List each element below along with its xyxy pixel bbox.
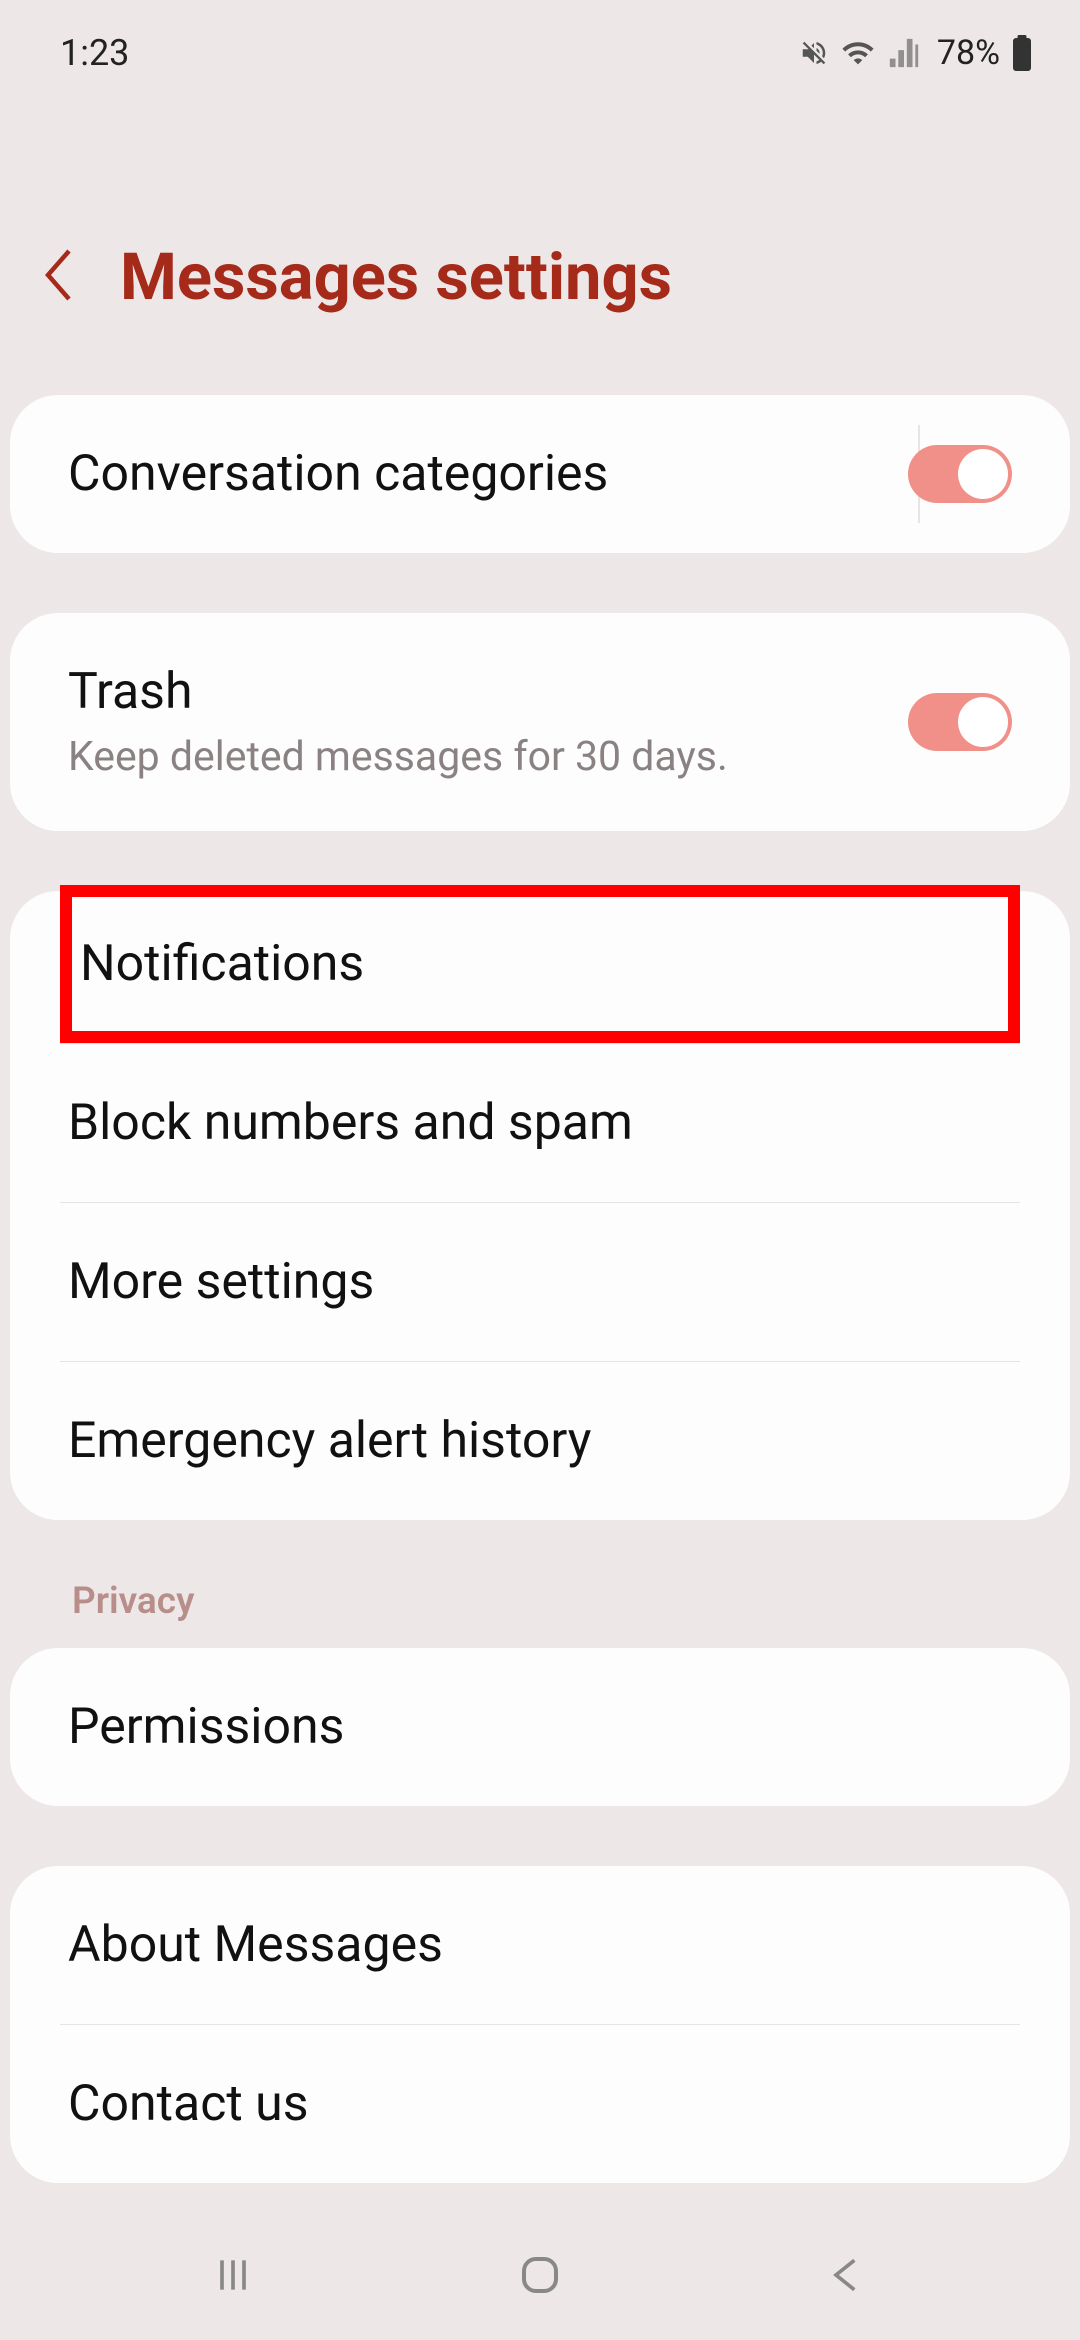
page-header: Messages settings <box>0 94 1080 395</box>
row-more-settings[interactable]: More settings <box>60 1202 1020 1361</box>
card-trash: Trash Keep deleted messages for 30 days. <box>10 613 1070 831</box>
status-right: 78% <box>799 33 1032 73</box>
toggle-knob <box>958 697 1008 747</box>
battery-percentage: 78% <box>937 33 1000 73</box>
row-about-messages[interactable]: About Messages <box>10 1866 1070 2024</box>
card-about: About Messages Contact us <box>10 1866 1070 2183</box>
toggle-trash[interactable] <box>908 693 1012 751</box>
nav-home-icon[interactable] <box>510 2245 570 2305</box>
row-label: More settings <box>68 1253 374 1311</box>
row-label: Contact us <box>68 2075 309 2133</box>
row-notifications[interactable]: Notifications <box>80 935 364 993</box>
row-label: About Messages <box>68 1916 443 1974</box>
row-label: Trash <box>68 663 728 721</box>
row-label: Conversation categories <box>68 445 608 503</box>
status-time: 1:23 <box>60 32 129 74</box>
card-notifications-group: Notifications Block numbers and spam Mor… <box>10 891 1070 1520</box>
page-title: Messages settings <box>120 239 672 315</box>
row-notifications-wrapper: Notifications <box>10 891 1070 1043</box>
status-bar: 1:23 78% <box>0 0 1080 94</box>
row-text: Trash Keep deleted messages for 30 days. <box>68 663 728 781</box>
section-label-privacy: Privacy <box>0 1580 1080 1648</box>
row-label: Emergency alert history <box>68 1412 591 1470</box>
highlight-notifications: Notifications <box>60 885 1020 1043</box>
system-nav-bar <box>0 2210 1080 2340</box>
nav-recents-icon[interactable] <box>203 2245 263 2305</box>
row-emergency-alert[interactable]: Emergency alert history <box>60 1361 1020 1520</box>
row-contact-us[interactable]: Contact us <box>60 2024 1020 2183</box>
nav-back-icon[interactable] <box>817 2245 877 2305</box>
row-sublabel: Keep deleted messages for 30 days. <box>68 733 728 781</box>
row-label: Permissions <box>68 1698 344 1756</box>
card-conversation: Conversation categories <box>10 395 1070 553</box>
signal-icon <box>887 36 921 70</box>
row-block-spam[interactable]: Block numbers and spam <box>60 1043 1020 1202</box>
battery-icon <box>1012 35 1032 71</box>
row-permissions[interactable]: Permissions <box>10 1648 1070 1806</box>
wifi-icon <box>841 36 875 70</box>
row-trash[interactable]: Trash Keep deleted messages for 30 days. <box>10 613 1070 831</box>
toggle-conversation-categories[interactable] <box>908 445 1012 503</box>
toggle-knob <box>958 449 1008 499</box>
mute-icon <box>799 38 829 68</box>
row-conversation-categories[interactable]: Conversation categories <box>10 395 1070 553</box>
row-label: Block numbers and spam <box>68 1094 633 1152</box>
card-privacy: Permissions <box>10 1648 1070 1806</box>
back-icon[interactable] <box>40 245 80 309</box>
